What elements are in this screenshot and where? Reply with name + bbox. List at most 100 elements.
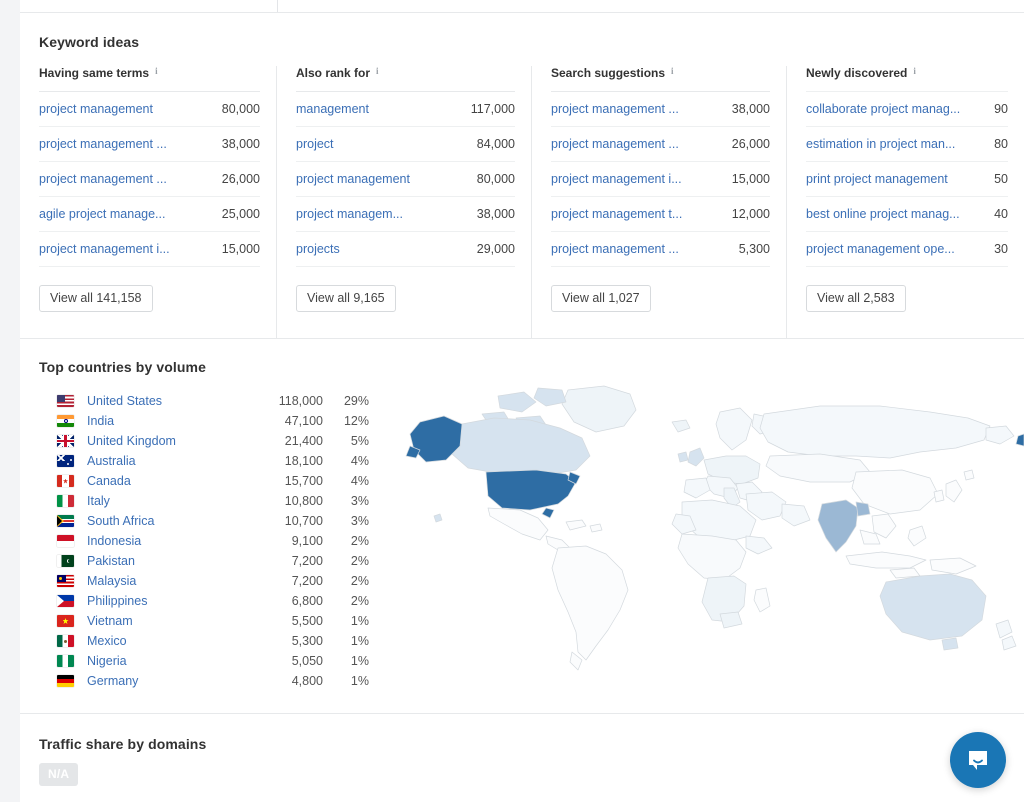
country-name-link[interactable]: Malaysia [87,574,261,588]
keyword-volume: 12,000 [731,207,770,221]
keyword-row: project managem... 38,000 [296,197,515,232]
country-name-link[interactable]: Philippines [87,594,261,608]
country-volume: 10,700 [284,514,323,528]
keyword-ideas-title: Keyword ideas [39,34,140,50]
traffic-share-title: Traffic share by domains [39,736,207,752]
info-icon[interactable]: i [376,66,379,76]
country-name-link[interactable]: Mexico [87,634,261,648]
keyword-link[interactable]: project management ... [39,172,167,186]
country-name-link[interactable]: India [87,414,261,428]
country-volume: 47,100 [284,414,323,428]
country-volume: 15,700 [284,474,323,488]
country-row: Germany 4,800 1% [39,671,369,691]
country-share: 1% [350,654,369,668]
keyword-column-search-suggestions: Search suggestions i project management … [531,66,786,338]
view-all-button[interactable]: View all 2,583 [806,285,906,313]
country-name-link[interactable]: United Kingdom [87,434,261,448]
country-name-link[interactable]: Indonesia [87,534,261,548]
keyword-column-newly-discovered: Newly discovered i collaborate project m… [786,66,1024,338]
keyword-link[interactable]: project management [39,102,153,116]
keyword-column-also-rank-for: Also rank for i management 117,000 proje… [276,66,531,338]
flag-za-icon [57,515,74,527]
keyword-row: project management ope... 30 [806,232,1008,267]
world-map[interactable] [390,384,1024,694]
keyword-link[interactable]: project managem... [296,207,403,221]
keyword-row: project management t... 12,000 [551,197,770,232]
country-name-link[interactable]: Pakistan [87,554,261,568]
keyword-volume: 26,000 [731,137,770,151]
keyword-list: project management 80,000 project manage… [39,91,260,267]
flag-au-icon [57,455,74,467]
country-volume: 9,100 [291,534,323,548]
view-all-button[interactable]: View all 1,027 [551,285,651,313]
country-name-link[interactable]: Nigeria [87,654,261,668]
keyword-link[interactable]: management [296,102,369,116]
keyword-volume: 117,000 [470,102,515,116]
keyword-link[interactable]: project management i... [39,242,170,256]
flag-id-icon [57,535,74,547]
info-icon[interactable]: i [913,66,916,76]
view-all-button[interactable]: View all 9,165 [296,285,396,313]
keyword-link[interactable]: project management ... [551,137,679,151]
country-volume: 7,200 [291,574,323,588]
keyword-link[interactable]: project management i... [551,172,682,186]
keyword-link[interactable]: project management ope... [806,242,955,256]
country-name-link[interactable]: Canada [87,474,261,488]
flag-my-icon [57,575,74,587]
country-share: 2% [350,574,369,588]
country-name-link[interactable]: South Africa [87,514,261,528]
panel-top-stub [20,0,1024,13]
keyword-link[interactable]: project [296,137,334,151]
country-volume: 7,200 [291,554,323,568]
traffic-share-section: Traffic share by domains N/A [20,714,1024,802]
flag-mx-icon [57,635,74,647]
country-name-link[interactable]: Vietnam [87,614,261,628]
country-name-link[interactable]: Australia [87,454,261,468]
keyword-row: management 117,000 [296,92,515,127]
country-row: India 47,100 12% [39,411,369,431]
keyword-link[interactable]: estimation in project man... [806,137,955,151]
top-countries-section: Top countries by volume United States 118… [20,339,1024,713]
keyword-ideas-section: Keyword ideas Having same terms i projec… [20,14,1024,338]
country-share: 12% [343,414,369,428]
chat-launcher-button[interactable] [950,732,1006,788]
country-row: United Kingdom 21,400 5% [39,431,369,451]
info-icon[interactable]: i [671,66,674,76]
keyword-row: project management ... 26,000 [39,162,260,197]
view-all-button[interactable]: View all 141,158 [39,285,153,313]
country-share: 1% [350,674,369,688]
keyword-link[interactable]: print project management [806,172,948,186]
keyword-link[interactable]: project management ... [39,137,167,151]
country-name-link[interactable]: Italy [87,494,261,508]
keyword-link[interactable]: best online project manag... [806,207,960,221]
country-volume: 5,050 [291,654,323,668]
country-row: Australia 18,100 4% [39,451,369,471]
country-row: Italy 10,800 3% [39,491,369,511]
keyword-link[interactable]: collaborate project manag... [806,102,960,116]
country-volume: 118,000 [278,394,323,408]
keyword-link[interactable]: agile project manage... [39,207,165,221]
keyword-volume: 80,000 [221,102,260,116]
flag-in-icon [57,415,74,427]
keyword-link[interactable]: project management [296,172,410,186]
country-row: Vietnam 5,500 1% [39,611,369,631]
keyword-link[interactable]: projects [296,242,340,256]
country-name-link[interactable]: United States [87,394,261,408]
country-row: Mexico 5,300 1% [39,631,369,651]
country-name-link[interactable]: Germany [87,674,261,688]
keyword-link[interactable]: project management ... [551,102,679,116]
keyword-link[interactable]: project management t... [551,207,682,221]
keyword-volume: 90 [994,102,1008,116]
flag-ph-icon [57,595,74,607]
country-row: Canada 15,700 4% [39,471,369,491]
country-volume: 5,300 [291,634,323,648]
keyword-row: project management ... 38,000 [551,92,770,127]
country-volume: 21,400 [284,434,323,448]
keyword-list: management 117,000 project 84,000 projec… [296,91,515,267]
keyword-row: best online project manag... 40 [806,197,1008,232]
keyword-volume: 38,000 [476,207,515,221]
info-icon[interactable]: i [155,66,158,76]
page-root: Keyword ideas Having same terms i projec… [0,0,1024,802]
keyword-link[interactable]: project management ... [551,242,679,256]
keyword-volume: 15,000 [731,172,770,186]
